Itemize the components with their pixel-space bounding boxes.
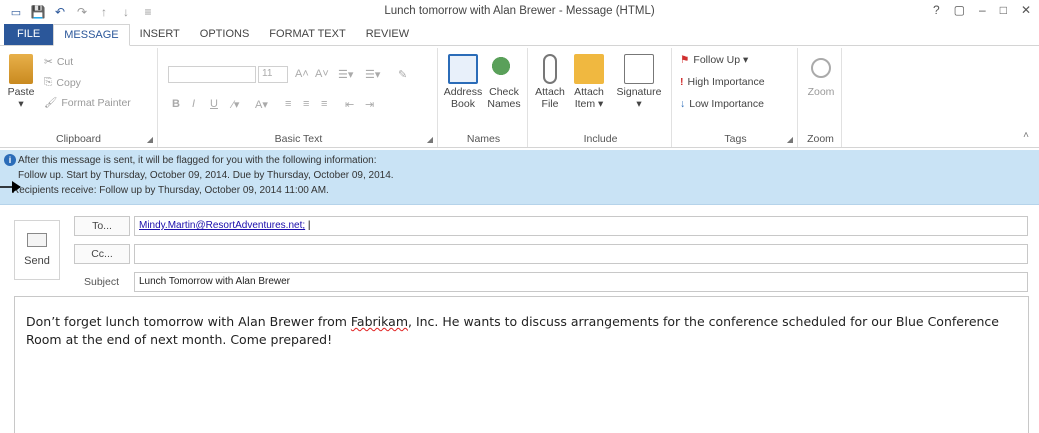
copy-icon: ⎘ [44, 76, 53, 88]
zoom-button[interactable]: Zoom [804, 54, 838, 98]
zoom-label: Zoom [807, 133, 834, 145]
exclamation-icon: ! [680, 76, 684, 88]
send-icon [27, 233, 47, 247]
include-group: Attach File Attach Item ▾ Signature ▾ In… [530, 48, 672, 147]
align-right-icon[interactable]: ≡ [321, 98, 327, 110]
tab-insert[interactable]: INSERT [130, 24, 190, 46]
high-importance-button[interactable]: ! High Importance [680, 76, 765, 88]
send-button[interactable]: Send [14, 220, 60, 280]
ribbon: Paste ▾ ✂ Cut ⎘ Copy 🖌 Format Painter Clipb… [0, 45, 1039, 148]
tags-group: ⚑ Follow Up ▾ ! High Importance ↓ Low Impor… [674, 48, 798, 147]
minimize-icon[interactable]: – [979, 3, 986, 17]
bold-button[interactable]: B [172, 98, 180, 110]
signature-button[interactable]: Signature ▾ [612, 54, 666, 110]
tab-review[interactable]: REVIEW [356, 24, 419, 46]
zoom-group: Zoom Zoom [800, 48, 842, 147]
message-body[interactable]: Don’t forget lunch tomorrow with Alan Br… [14, 296, 1029, 433]
collapse-ribbon-icon[interactable]: ˄ [1023, 130, 1029, 141]
bullets-icon[interactable]: ☰▾ [338, 68, 353, 81]
copy-button[interactable]: ⎘ Copy [44, 76, 81, 89]
window-controls: ? ▢ – □ ✕ [933, 3, 1031, 17]
increase-indent-icon[interactable]: ⇥ [365, 98, 374, 111]
low-importance-button[interactable]: ↓ Low Importance [680, 98, 764, 110]
paste-button[interactable]: Paste ▾ [6, 54, 36, 110]
scissors-icon: ✂ [44, 56, 53, 68]
info-icon: i [4, 154, 16, 166]
magnifier-icon [811, 58, 831, 78]
annotation-arrow-icon [0, 181, 21, 193]
cc-button[interactable]: Cc... [74, 244, 130, 264]
tab-format-text[interactable]: FORMAT TEXT [259, 24, 355, 46]
info-line-3: Recipients receive: Follow up by Thursda… [12, 185, 329, 196]
subject-label: Subject [84, 276, 120, 288]
subject-field[interactable]: Lunch Tomorrow with Alan Brewer [134, 272, 1028, 292]
down-arrow-icon: ↓ [680, 98, 686, 110]
font-size-box[interactable]: 11 [258, 66, 288, 83]
clipboard-label: Clipboard [56, 133, 101, 145]
help-icon[interactable]: ? [933, 3, 940, 17]
title-bar: ▭ 💾 ↶ ↷ ↑ ↓ ≡ Lunch tomorrow with Alan B… [0, 0, 1039, 24]
underline-button[interactable]: U [210, 98, 218, 110]
check-names-icon [489, 54, 519, 84]
close-icon[interactable]: ✕ [1021, 3, 1031, 17]
attach-file-button[interactable]: Attach File [532, 54, 568, 110]
attach-item-button[interactable]: Attach Item ▾ [570, 54, 608, 110]
shrink-font-icon[interactable]: A˅ [315, 68, 329, 80]
cut-button[interactable]: ✂ Cut [44, 56, 73, 68]
message-body-text: Don’t forget lunch tomorrow with Alan Br… [26, 314, 999, 347]
basic-text-launcher-icon[interactable]: ◢ [427, 135, 433, 144]
to-field[interactable]: Mindy.Martin@ResortAdventures.net; | [134, 216, 1028, 236]
include-label: Include [583, 133, 618, 145]
ribbon-display-icon[interactable]: ▢ [954, 3, 965, 17]
align-left-icon[interactable]: ≡ [285, 98, 291, 110]
paperclip-icon [543, 54, 557, 84]
follow-up-button[interactable]: ⚑ Follow Up ▾ [680, 54, 748, 66]
follow-up-info-bar: i After this message is sent, it will be… [0, 150, 1039, 205]
address-book-icon [448, 54, 478, 84]
tags-label: Tags [724, 133, 747, 145]
font-name-box[interactable] [168, 66, 256, 83]
info-line-1: After this message is sent, it will be f… [18, 155, 377, 166]
names-group: Address Book Check Names Names [440, 48, 528, 147]
clear-formatting-icon[interactable]: ✎ [398, 68, 407, 81]
font-color-icon[interactable]: A▾ [255, 98, 268, 111]
clipboard-group: Paste ▾ ✂ Cut ⎘ Copy 🖌 Format Painter Clipb… [0, 48, 158, 147]
tab-options[interactable]: OPTIONS [190, 24, 260, 46]
grow-font-icon[interactable]: A˄ [295, 68, 309, 80]
align-center-icon[interactable]: ≡ [303, 98, 309, 110]
ribbon-tabs: FILE MESSAGE INSERT OPTIONS FORMAT TEXT … [0, 24, 1039, 46]
tags-launcher-icon[interactable]: ◢ [787, 135, 793, 144]
maximize-icon[interactable]: □ [1000, 3, 1007, 17]
format-painter-button[interactable]: 🖌 Format Painter [44, 96, 131, 110]
flag-icon: ⚑ [680, 54, 690, 66]
paste-icon [9, 54, 33, 84]
clipboard-launcher-icon[interactable]: ◢ [147, 135, 153, 144]
italic-button[interactable]: I [192, 98, 195, 110]
brush-icon: 🖌 [44, 97, 58, 109]
address-book-button[interactable]: Address Book [442, 54, 484, 110]
info-line-2: Follow up. Start by Thursday, October 09… [18, 170, 394, 181]
names-label: Names [466, 133, 501, 145]
signature-icon [624, 54, 654, 84]
cc-field[interactable] [134, 244, 1028, 264]
tab-file[interactable]: FILE [4, 24, 54, 46]
check-names-button[interactable]: Check Names [484, 54, 524, 110]
highlight-icon[interactable]: ⁄▾ [232, 98, 239, 111]
recipient-address: Mindy.Martin@ResortAdventures.net; [139, 220, 306, 231]
numbering-icon[interactable]: ☰▾ [365, 68, 380, 81]
tab-message[interactable]: MESSAGE [53, 24, 130, 46]
decrease-indent-icon[interactable]: ⇤ [345, 98, 354, 111]
envelope-icon [574, 54, 604, 84]
basic-text-label: Basic Text [274, 133, 323, 145]
misspelled-word: Fabrikam [350, 314, 408, 329]
to-button[interactable]: To... [74, 216, 130, 236]
basic-text-group: 11 A˄ A˅ ☰▾ ☰▾ ✎ B I U ⁄▾ A▾ ≡ ≡ ≡ ⇤ ⇥ B… [160, 48, 438, 147]
window-title: Lunch tomorrow with Alan Brewer - Messag… [384, 5, 655, 17]
